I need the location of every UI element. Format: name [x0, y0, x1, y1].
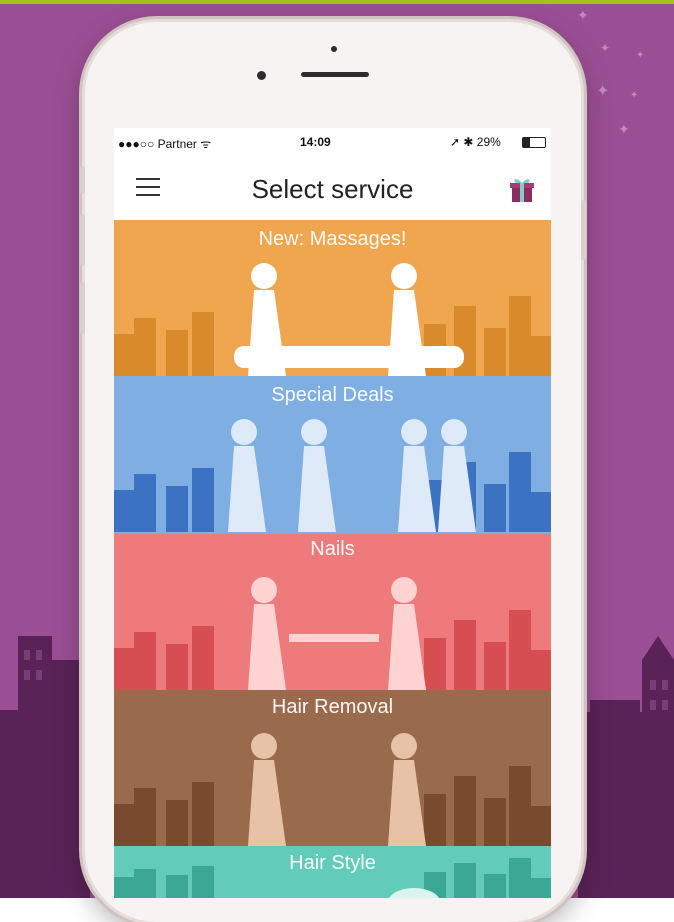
figure-silhouette: [248, 577, 286, 690]
skyline-building: [484, 484, 506, 532]
skyline-building: [454, 620, 476, 690]
service-label: Hair Removal: [271, 696, 394, 718]
skyline-building: [134, 788, 156, 846]
service-nails[interactable]: Nails: [114, 534, 551, 690]
skyline-building: [484, 798, 506, 846]
skyline-building: [166, 644, 188, 690]
skyline-building: [192, 782, 214, 846]
figure-silhouette: [388, 577, 426, 690]
svg-text:✦: ✦: [600, 41, 610, 55]
massage-table: [234, 346, 464, 368]
earpiece-speaker: [301, 72, 369, 77]
side-button-power: [581, 200, 586, 260]
service-hair-style[interactable]: Hair Style: [114, 846, 551, 898]
skyline-building: [424, 638, 446, 690]
side-button-volume-up: [80, 214, 85, 266]
skyline-building: [114, 334, 136, 376]
gift-icon[interactable]: [510, 176, 534, 202]
skyline-building: [529, 806, 551, 846]
skyline-building: [166, 875, 188, 898]
skyline-building: [114, 648, 136, 690]
skyline-building: [134, 632, 156, 690]
skyline-building: [424, 794, 446, 846]
service-label: Special Deals: [271, 384, 394, 406]
page-title: Select service: [251, 174, 414, 204]
carrier-text: ●●●○○ Partner ᯤ: [118, 137, 212, 151]
skyline-building: [192, 626, 214, 690]
svg-text:✦: ✦: [618, 121, 630, 137]
figure-silhouette: [388, 733, 426, 846]
svg-text:✦: ✦: [636, 50, 644, 61]
skyline-building: [509, 296, 531, 376]
nav-bar: Select service: [114, 156, 551, 220]
skyline-building: [114, 877, 136, 898]
skyline-building: [114, 804, 136, 846]
svg-text:✦: ✦: [596, 83, 609, 100]
proximity-sensor: [331, 46, 337, 52]
figure-silhouette: [228, 419, 266, 532]
nail-table: [289, 634, 379, 642]
battery-icon: [522, 137, 546, 148]
skyline-building: [509, 452, 531, 532]
skyline-building: [192, 312, 214, 376]
skyline-building: [134, 318, 156, 376]
service-label: Hair Style: [289, 852, 376, 874]
skyline-building: [509, 766, 531, 846]
skyline-building: [529, 492, 551, 532]
service-label: Nails: [310, 538, 355, 560]
skyline-building: [114, 490, 136, 532]
service-hair-removal[interactable]: Hair Removal: [114, 690, 551, 846]
skyline-building: [484, 642, 506, 690]
svg-text:✦: ✦: [630, 90, 638, 101]
service-special-deals[interactable]: Special Deals: [114, 376, 551, 534]
skyline-building: [192, 468, 214, 532]
svg-text:✦: ✦: [577, 7, 589, 23]
app-screen: ●●●○○ Partner ᯤ 14:09 ➚ ✱ 29% Select ser…: [114, 128, 551, 898]
skyline-building: [509, 610, 531, 690]
service-label: New: Massages!: [258, 228, 407, 250]
skyline-building: [454, 776, 476, 846]
skyline-building: [166, 330, 188, 376]
skyline-building: [529, 336, 551, 376]
accent-top-line: [0, 0, 674, 4]
skyline-building: [529, 878, 551, 898]
status-indicators: ➚ ✱ 29%: [450, 135, 501, 149]
skyline-building: [529, 650, 551, 690]
service-massages[interactable]: New: Massages!: [114, 220, 551, 376]
front-camera: [257, 71, 266, 80]
status-bar: ●●●○○ Partner ᯤ 14:09 ➚ ✱ 29%: [114, 128, 551, 156]
side-button-volume-down: [80, 282, 85, 334]
figure-silhouette: [248, 733, 286, 846]
skyline-building: [166, 800, 188, 846]
skyline-building: [166, 486, 188, 532]
figure-silhouette: [398, 419, 436, 532]
side-button-mute: [80, 166, 85, 194]
skyline-building: [134, 474, 156, 532]
skyline-building: [484, 328, 506, 376]
figure-silhouette: [298, 419, 336, 532]
status-time: 14:09: [300, 135, 331, 149]
skyline-building: [484, 874, 506, 898]
